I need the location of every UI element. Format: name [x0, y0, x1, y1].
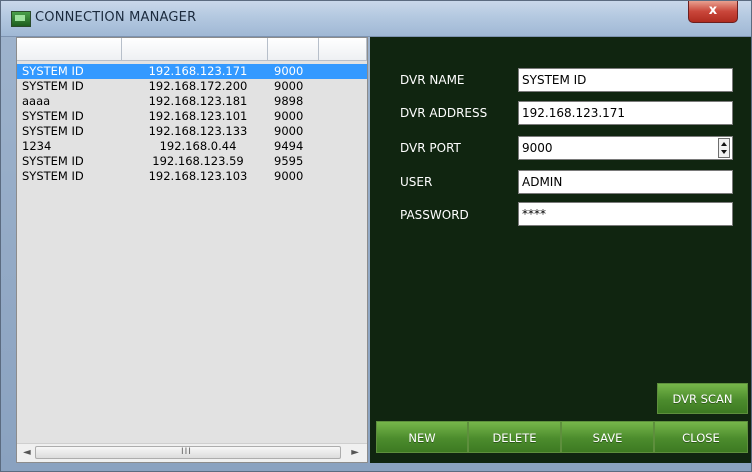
list-item[interactable]: 1234 192.168.0.44 9494	[17, 139, 367, 154]
list-item[interactable]: SYSTEM ID 192.168.123.133 9000	[17, 124, 367, 139]
dvr-scan-button[interactable]: DVR SCAN	[657, 383, 748, 414]
horizontal-scrollbar[interactable]: ◄ III ►	[17, 443, 367, 462]
dvr-port-label: DVR PORT	[400, 141, 461, 155]
dvr-port-cell: 9000	[274, 124, 304, 138]
list-item[interactable]: SYSTEM ID 192.168.123.101 9000	[17, 109, 367, 124]
dvr-name-cell: aaaa	[22, 94, 51, 108]
window-title: CONNECTION MANAGER	[35, 10, 197, 25]
dvr-ip-cell: 192.168.123.133	[148, 124, 248, 138]
dvr-address-label: DVR ADDRESS	[400, 106, 488, 120]
dvr-ip-cell: 192.168.123.181	[148, 94, 248, 108]
app-icon	[11, 11, 31, 27]
column-header[interactable]	[122, 38, 268, 60]
dvr-ip-cell: 192.168.0.44	[159, 139, 237, 153]
list-item[interactable]: SYSTEM ID 192.168.172.200 9000	[17, 79, 367, 94]
delete-label: DELETE	[492, 431, 537, 445]
dvr-address-field[interactable]: 192.168.123.171	[518, 101, 733, 125]
password-field[interactable]: ****	[518, 202, 733, 226]
new-label: NEW	[408, 431, 436, 445]
save-label: SAVE	[592, 431, 623, 445]
dvr-list: SYSTEM ID 192.168.123.171 9000 SYSTEM ID…	[17, 64, 367, 184]
dvr-port-cell: 9898	[274, 94, 304, 108]
dvr-port-cell: 9494	[274, 139, 304, 153]
scroll-left-icon[interactable]: ◄	[23, 447, 31, 458]
dvr-port-cell: 9000	[274, 169, 304, 183]
dvr-name-cell: SYSTEM ID	[22, 169, 84, 183]
title-bar[interactable]: CONNECTION MANAGER x	[1, 1, 751, 37]
save-button[interactable]: SAVE	[561, 421, 654, 453]
port-spinner[interactable]	[718, 138, 730, 158]
dvr-port-cell: 9595	[274, 154, 304, 168]
close-label: CLOSE	[682, 431, 720, 445]
dvr-ip-cell: 192.168.123.59	[152, 154, 244, 168]
dvr-ip-cell: 192.168.172.200	[148, 79, 248, 93]
list-item[interactable]: SYSTEM ID 192.168.123.103 9000	[17, 169, 367, 184]
dvr-name-cell: SYSTEM ID	[22, 154, 84, 168]
dvr-port-cell: 9000	[274, 79, 304, 93]
dvr-port-value: 9000	[522, 141, 553, 155]
delete-button[interactable]: DELETE	[468, 421, 561, 453]
dvr-ip-cell: 192.168.123.171	[148, 64, 248, 78]
dvr-name-cell: SYSTEM ID	[22, 124, 84, 138]
dvr-name-field[interactable]: SYSTEM ID	[518, 68, 733, 92]
dvr-list-panel: SYSTEM ID 192.168.123.171 9000 SYSTEM ID…	[16, 37, 368, 463]
column-header[interactable]	[268, 38, 319, 60]
window-close-button[interactable]: x	[688, 1, 738, 23]
scroll-right-icon[interactable]: ►	[351, 447, 359, 458]
dvr-name-label: DVR NAME	[400, 73, 465, 87]
dvr-name-cell: SYSTEM ID	[22, 79, 84, 93]
dvr-detail-panel: DVR NAME SYSTEM ID DVR ADDRESS 192.168.1…	[370, 37, 751, 463]
dvr-port-stepper[interactable]: 9000	[518, 136, 733, 160]
column-header[interactable]	[319, 38, 367, 60]
list-item[interactable]: aaaa 192.168.123.181 9898	[17, 94, 367, 109]
close-button[interactable]: CLOSE	[654, 421, 748, 453]
new-button[interactable]: NEW	[376, 421, 468, 453]
dvr-name-cell: SYSTEM ID	[22, 109, 84, 123]
list-item[interactable]: SYSTEM ID 192.168.123.59 9595	[17, 154, 367, 169]
spin-up-icon[interactable]	[721, 142, 727, 146]
scrollbar-thumb[interactable]: III	[35, 446, 341, 459]
dvr-ip-cell: 192.168.123.101	[148, 109, 248, 123]
list-item[interactable]: SYSTEM ID 192.168.123.171 9000	[17, 64, 367, 79]
connection-manager-window: CONNECTION MANAGER x SYSTEM ID 192.168.1…	[0, 0, 752, 472]
column-header[interactable]	[17, 38, 122, 60]
dvr-port-cell: 9000	[274, 109, 304, 123]
scroll-grip-icon: III	[181, 447, 192, 457]
password-label: PASSWORD	[400, 208, 469, 222]
dvr-name-cell: 1234	[22, 139, 52, 153]
user-label: USER	[400, 175, 433, 189]
dvr-name-cell: SYSTEM ID	[22, 64, 84, 78]
dvr-port-cell: 9000	[274, 64, 304, 78]
dvr-scan-label: DVR SCAN	[672, 392, 733, 406]
list-header	[17, 38, 367, 61]
dvr-ip-cell: 192.168.123.103	[148, 169, 248, 183]
spin-down-icon[interactable]	[721, 150, 727, 154]
user-field[interactable]: ADMIN	[518, 170, 733, 194]
